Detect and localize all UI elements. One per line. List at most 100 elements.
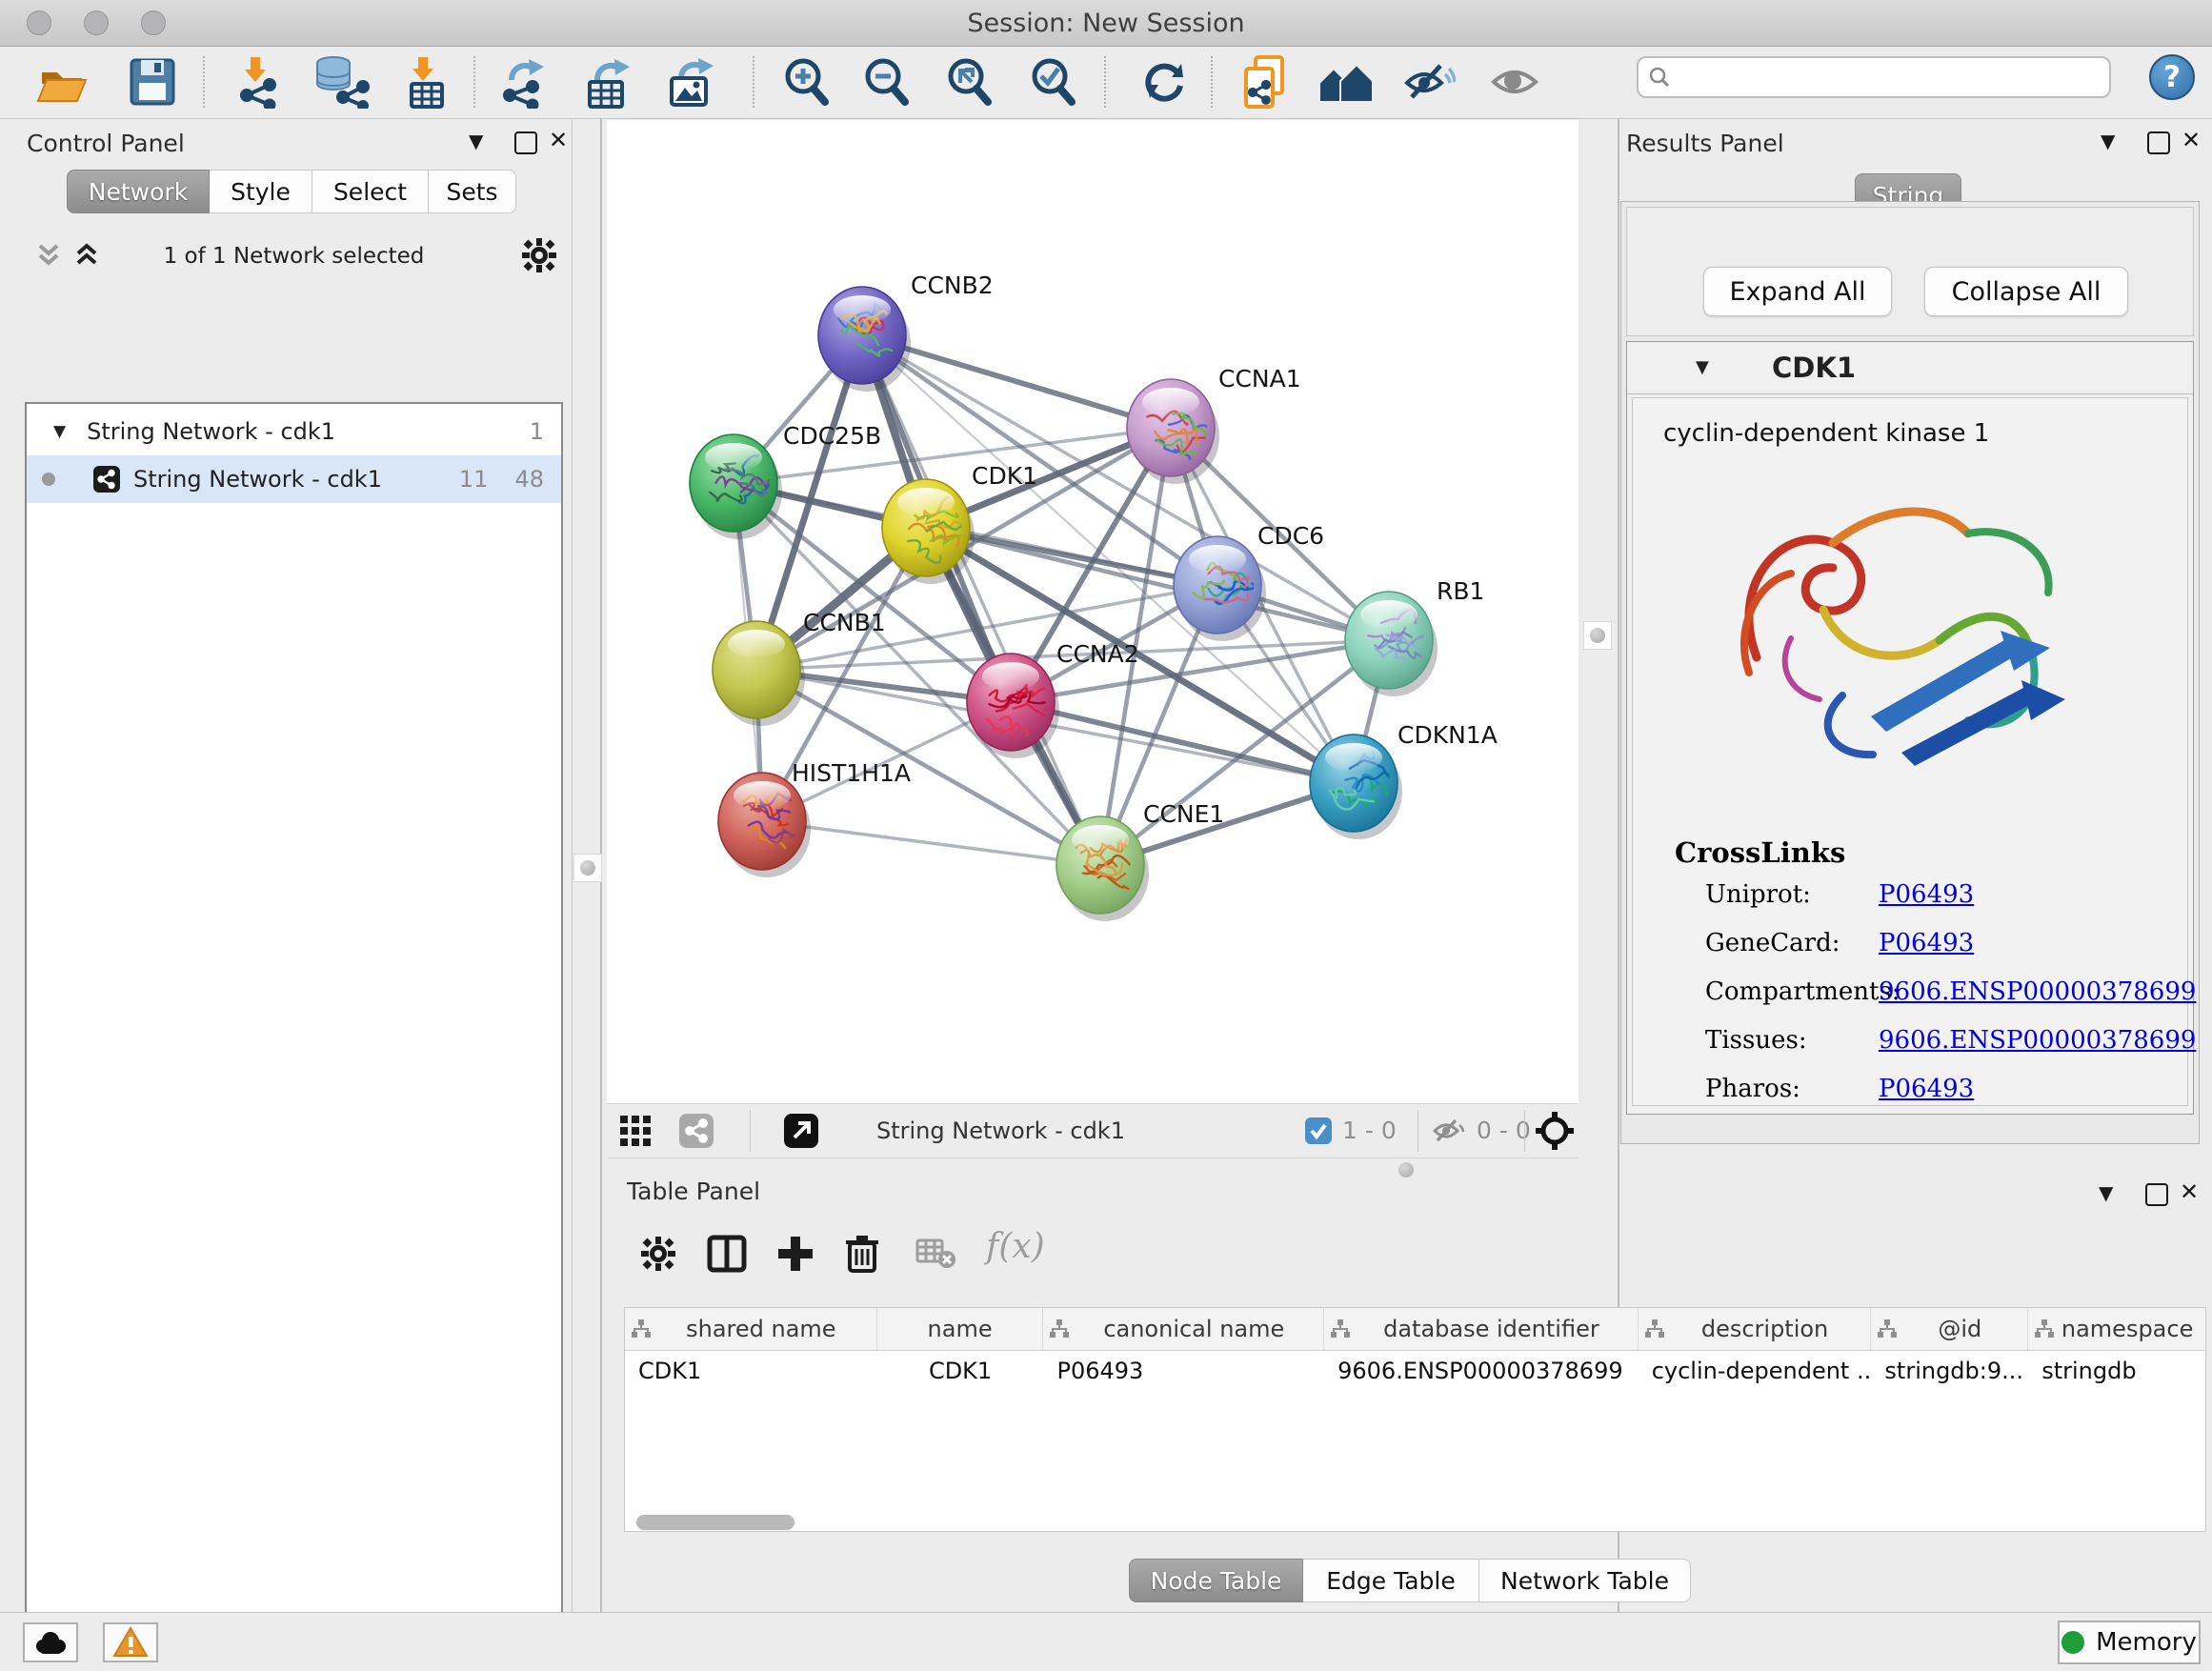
left-splitter-handle[interactable] — [573, 854, 602, 882]
control-panel-menu-button[interactable]: ▼ — [469, 131, 483, 151]
cloud-status-button[interactable] — [23, 1622, 78, 1662]
network-node-RB1[interactable] — [1345, 592, 1438, 696]
crosslink-value-pharos[interactable]: P06493 — [1879, 1075, 1974, 1103]
export-network-button[interactable] — [497, 52, 551, 111]
control-panel-close-button[interactable]: ✕ — [549, 131, 568, 150]
zoom-in-icon — [780, 55, 832, 109]
network-node-HIST1H1A[interactable] — [718, 773, 811, 877]
show-graphics-details-button[interactable] — [1488, 52, 1541, 111]
show-network-list-button[interactable] — [619, 1115, 652, 1151]
collapse-all-button[interactable]: Collapse All — [1924, 267, 2128, 316]
results-panel-menu-button[interactable]: ▼ — [2101, 131, 2115, 151]
zoom-fit-button[interactable] — [942, 52, 995, 111]
zoom-out-button[interactable] — [859, 52, 913, 111]
column-header-id[interactable]: @id — [1871, 1308, 2028, 1350]
detach-view-button[interactable] — [784, 1114, 818, 1152]
delete-columns-button[interactable] — [835, 1231, 889, 1277]
protein-expand-caret[interactable]: ▼ — [1696, 357, 1709, 377]
column-header-database-identifier[interactable]: database identifier — [1324, 1308, 1639, 1350]
table-panel-menu-button[interactable]: ▼ — [2099, 1183, 2113, 1202]
cell-id[interactable]: stringdb:9... — [1871, 1351, 2028, 1391]
search-input[interactable] — [1679, 63, 2100, 91]
results-panel-title: Results Panel — [1626, 130, 1784, 157]
cell-name[interactable]: CDK1 — [877, 1351, 1044, 1391]
column-header-name[interactable]: name — [877, 1308, 1044, 1350]
right-splitter-handle[interactable] — [1583, 621, 1612, 650]
network-panel-options-button[interactable] — [520, 236, 558, 278]
zoom-in-button[interactable] — [779, 52, 833, 111]
column-header-namespace[interactable]: namespace — [2028, 1308, 2205, 1350]
tab-select[interactable]: Select — [312, 170, 429, 213]
tab-edge-table[interactable]: Edge Table — [1303, 1559, 1479, 1602]
status-bar: Memory — [0, 1612, 2212, 1671]
cell-canonical-name[interactable]: P06493 — [1043, 1351, 1324, 1391]
table-panel-float-button[interactable] — [2145, 1183, 2168, 1206]
network-canvas[interactable]: CCNB2CCNA1CDC25BCDK1CDC6RB1CCNB1CCNA2CDK… — [607, 120, 1579, 1103]
column-header-description[interactable]: description — [1639, 1308, 1872, 1350]
houses-icon — [1317, 58, 1375, 106]
selected-checkbox[interactable] — [1305, 1117, 1332, 1148]
network-node-CDC6[interactable] — [1174, 536, 1266, 641]
import-table-from-file-button[interactable] — [400, 52, 453, 111]
cell-shared-name[interactable]: CDK1 — [625, 1351, 877, 1391]
delete-table-button[interactable] — [910, 1231, 963, 1277]
column-header-canonical-name[interactable]: canonical name — [1043, 1308, 1324, 1350]
save-session-button[interactable] — [126, 52, 179, 111]
network-node-CDKN1A[interactable] — [1310, 735, 1402, 839]
table-panel-close-button[interactable]: ✕ — [2180, 1182, 2199, 1201]
table-options-button[interactable] — [632, 1231, 685, 1277]
help-button[interactable]: ? — [2149, 54, 2195, 100]
tab-network[interactable]: Network — [67, 170, 210, 213]
network-tree: ▼ String Network - cdk1 1 String Network… — [25, 402, 563, 1671]
network-node-CCNA1[interactable] — [1127, 379, 1219, 484]
network-node-CCNB2[interactable] — [818, 287, 911, 392]
collection-expand-caret[interactable]: ▼ — [53, 422, 66, 441]
navigator-button[interactable] — [1536, 1112, 1574, 1154]
network-row[interactable]: String Network - cdk1 11 48 — [27, 455, 561, 503]
crosslink-value-compartments[interactable]: 9606.ENSP00000378699 — [1879, 977, 2196, 1006]
export-image-button[interactable] — [665, 52, 718, 111]
crosslink-value-genecard[interactable]: P06493 — [1879, 929, 1974, 957]
table-panel-title: Table Panel — [627, 1178, 760, 1205]
warnings-button[interactable] — [103, 1622, 158, 1662]
show-column-selector-button[interactable] — [700, 1231, 754, 1277]
column-header-shared-name[interactable]: shared name — [625, 1308, 877, 1350]
control-panel-float-button[interactable] — [514, 131, 537, 154]
network-node-CDK1[interactable] — [882, 479, 975, 584]
function-builder-button[interactable]: f(x) — [986, 1227, 1045, 1266]
network-node-CCNE1[interactable] — [1056, 816, 1149, 921]
table-row[interactable]: CDK1 CDK1 P06493 9606.ENSP00000378699 cy… — [625, 1351, 2205, 1391]
node-label-CDKN1A: CDKN1A — [1398, 721, 1498, 749]
create-column-button[interactable] — [769, 1231, 822, 1277]
export-table-button[interactable] — [581, 52, 634, 111]
network-node-CDC25B[interactable] — [690, 434, 782, 539]
string-home-button[interactable] — [1317, 52, 1376, 111]
memory-button[interactable]: Memory — [2058, 1621, 2201, 1664]
tab-sets[interactable]: Sets — [429, 170, 516, 213]
results-panel-close-button[interactable]: ✕ — [2182, 131, 2201, 150]
tab-style[interactable]: Style — [210, 170, 312, 213]
cell-namespace[interactable]: stringdb — [2028, 1351, 2205, 1391]
cell-description[interactable]: cyclin-dependent ... — [1639, 1351, 1872, 1391]
update-network-button[interactable] — [1137, 52, 1191, 111]
network-view-grid-mode-button[interactable] — [679, 1114, 714, 1152]
clone-network-button[interactable] — [1238, 52, 1292, 111]
import-network-from-file-button[interactable] — [231, 52, 285, 111]
network-graph[interactable]: CCNB2CCNA1CDC25BCDK1CDC6RB1CCNB1CCNA2CDK… — [607, 120, 1579, 1103]
crosslink-value-uniprot[interactable]: P06493 — [1879, 880, 1974, 909]
crosslink-value-tissues[interactable]: 9606.ENSP00000378699 — [1879, 1026, 2196, 1055]
import-network-from-database-button[interactable] — [309, 52, 372, 111]
zoom-selected-icon — [1027, 55, 1078, 109]
hide-unhide-button[interactable] — [1402, 52, 1456, 111]
protein-header[interactable]: ▼ CDK1 — [1627, 342, 2193, 394]
zoom-selected-button[interactable] — [1026, 52, 1079, 111]
network-collection-row[interactable]: ▼ String Network - cdk1 1 — [27, 408, 561, 455]
results-panel-float-button[interactable] — [2147, 131, 2170, 154]
tab-network-table[interactable]: Network Table — [1479, 1559, 1691, 1602]
cell-database-identifier[interactable]: 9606.ENSP00000378699 — [1324, 1351, 1639, 1391]
tab-node-table[interactable]: Node Table — [1129, 1559, 1303, 1602]
node-label-CCNA2: CCNA2 — [1056, 640, 1139, 668]
open-session-button[interactable] — [36, 52, 90, 111]
table-horizontal-scrollbar[interactable] — [636, 1515, 794, 1530]
expand-all-button[interactable]: Expand All — [1703, 267, 1892, 316]
